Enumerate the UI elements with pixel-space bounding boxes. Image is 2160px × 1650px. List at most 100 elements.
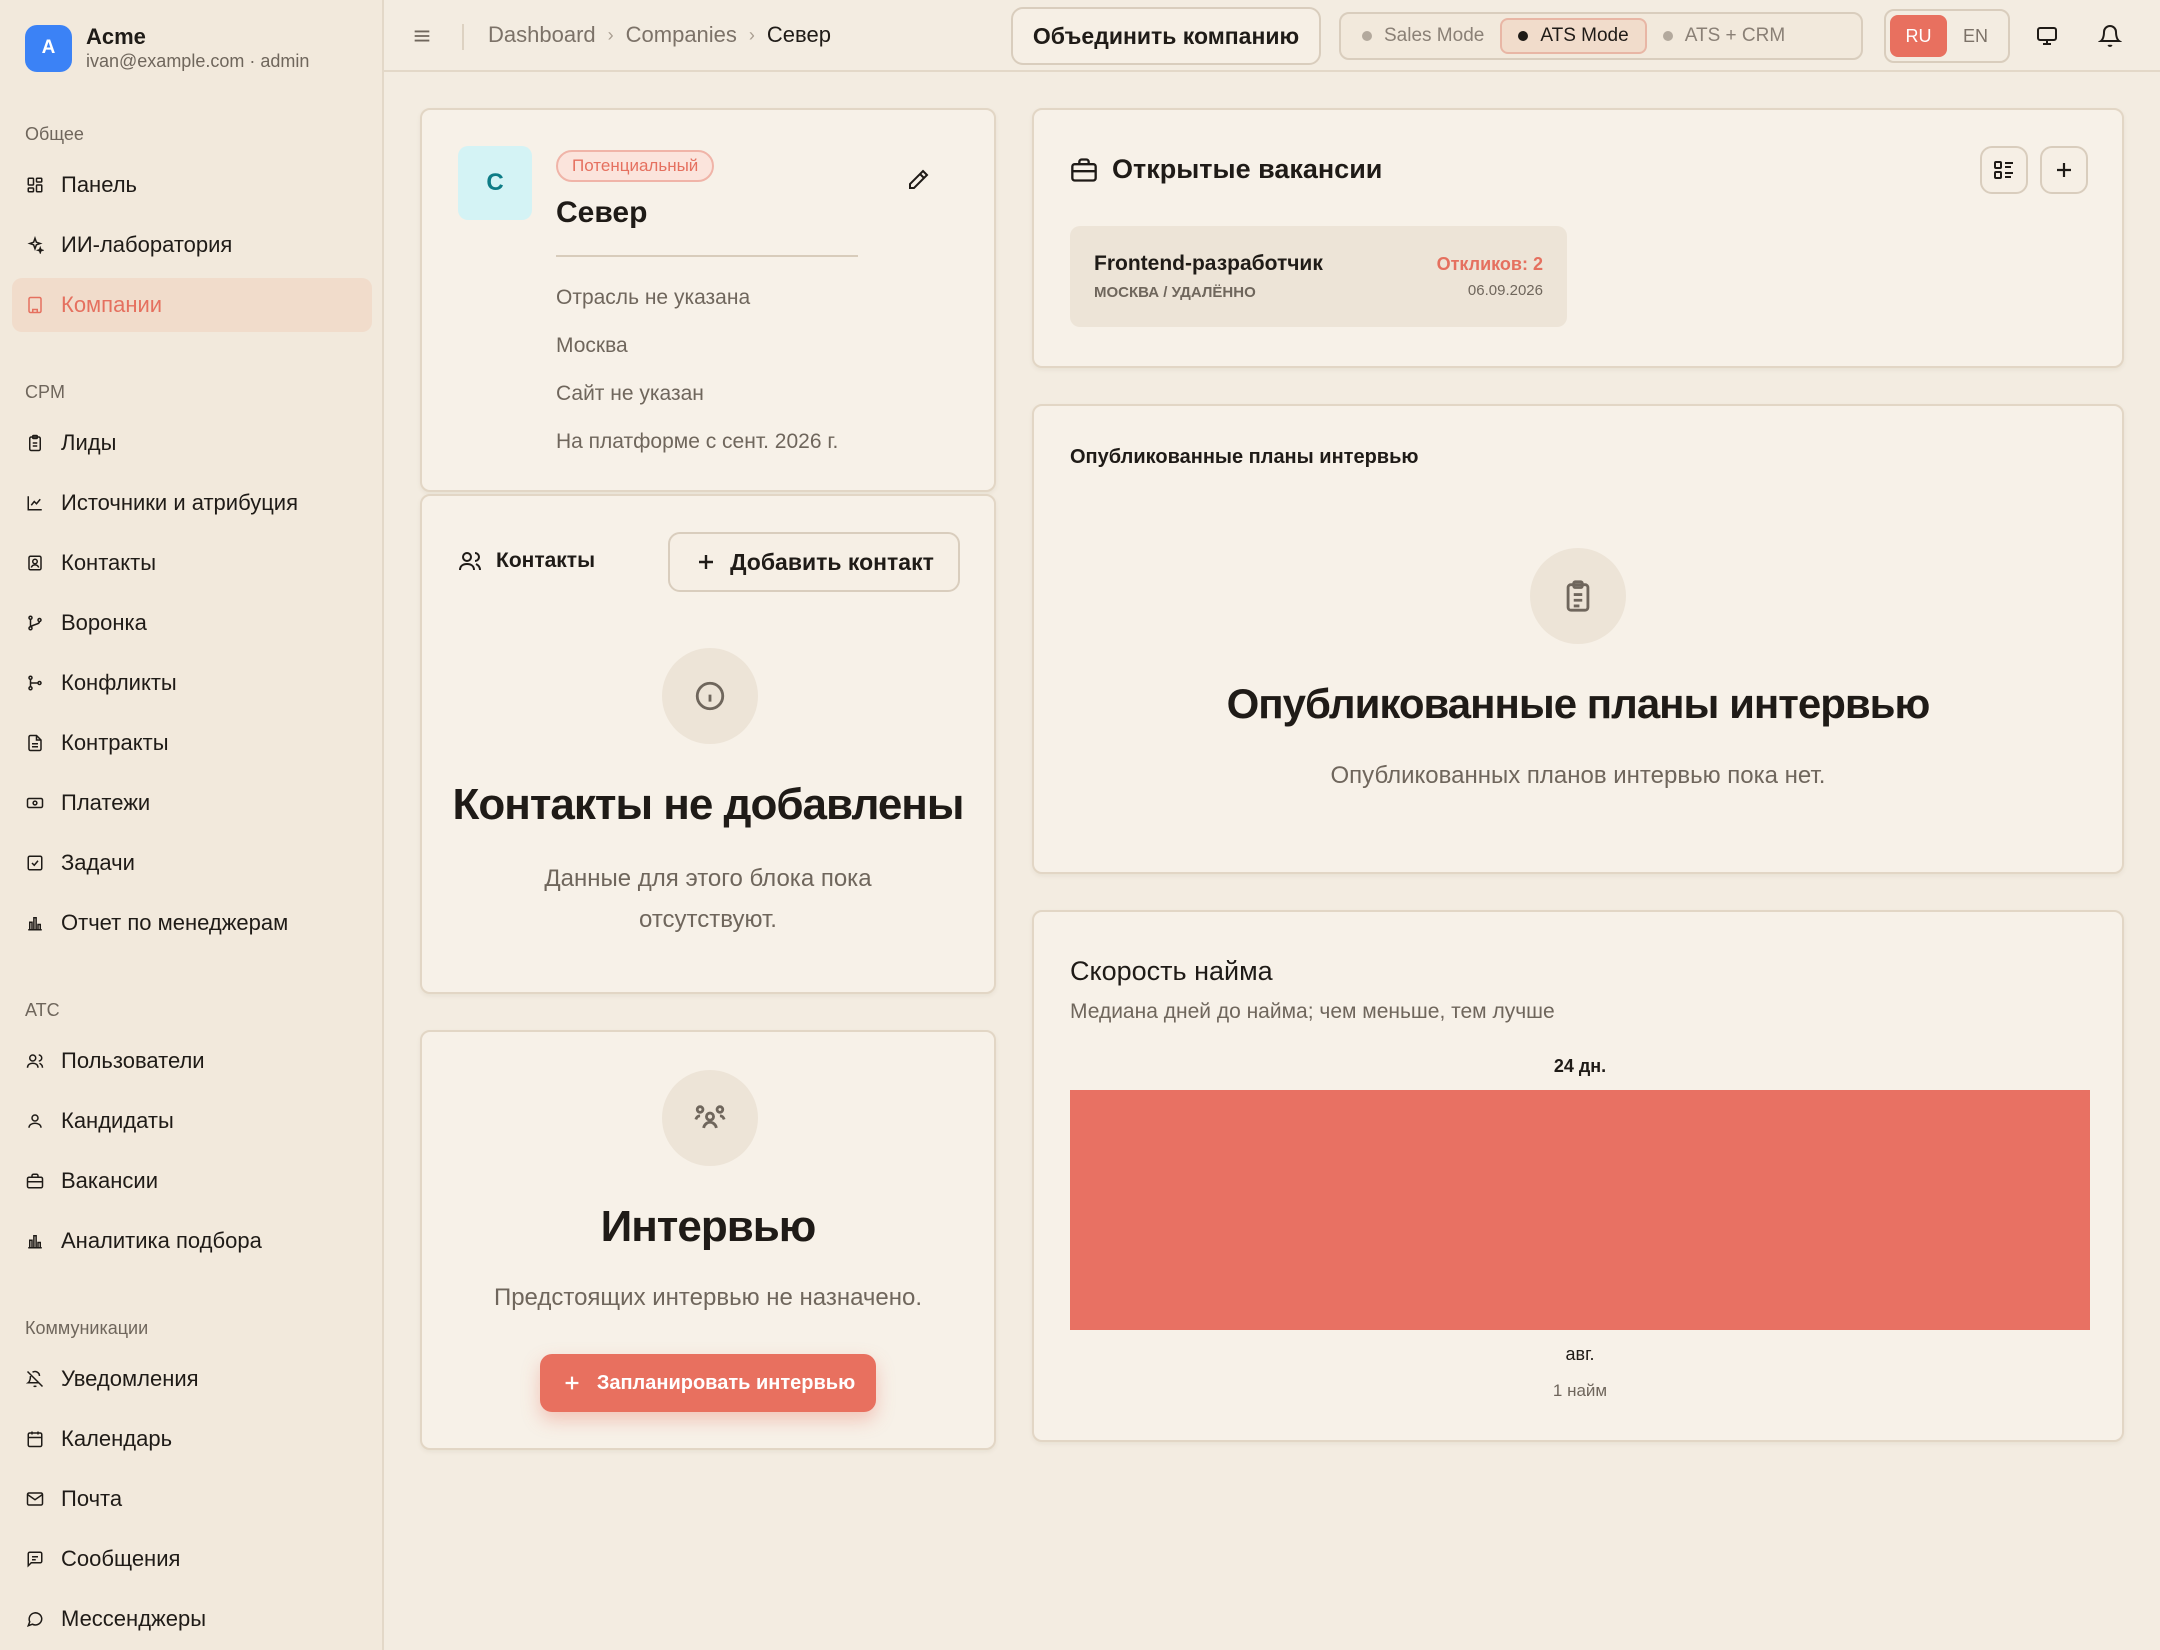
sidebar-item-label: Контракты: [61, 730, 169, 755]
language-ru[interactable]: RU: [1890, 15, 1947, 57]
sidebar-item-messages[interactable]: Сообщения: [12, 1532, 372, 1586]
sidebar-item-conflicts[interactable]: Конфликты: [12, 656, 372, 710]
chart-sub-label: 1 найм: [1553, 1381, 1607, 1400]
contacts-empty-text: Данные для этого блока пока отсутствуют.: [544, 865, 872, 933]
calendar-icon: [25, 1429, 45, 1449]
account-avatar: A: [25, 24, 72, 72]
contacts-card: Контакты Добавить контакт Контакты не до…: [420, 494, 996, 994]
vacancy-item[interactable]: Frontend-разработчик МОСКВА / УДАЛЁННО О…: [1070, 226, 1567, 327]
plus-icon: [2057, 163, 2071, 177]
sidebar-item-label: Вакансии: [61, 1168, 158, 1193]
sidebar-item-label: Воронка: [61, 610, 147, 635]
sidebar-item-label: Уведомления: [61, 1366, 199, 1391]
briefcase-icon: [1071, 157, 1097, 182]
sidebar-item-manager-report[interactable]: Отчет по менеджерам: [12, 896, 372, 950]
sidebar-item-leads[interactable]: Лиды: [12, 416, 372, 470]
user-icon: [25, 1111, 45, 1131]
sidebar-item-contacts[interactable]: Контакты: [12, 536, 372, 590]
breadcrumb-dashboard[interactable]: Dashboard: [488, 22, 596, 48]
add-contact-button[interactable]: Добавить контакт: [668, 532, 960, 592]
sidebar-item-sources[interactable]: Источники и атрибуция: [12, 476, 372, 530]
edit-company-button[interactable]: [906, 168, 932, 194]
mode-sales[interactable]: Sales Mode: [1346, 18, 1500, 54]
sidebar-item-payments[interactable]: Платежи: [12, 776, 372, 830]
account-name: Acme: [86, 24, 146, 49]
status-dot: [1662, 31, 1673, 41]
vacancy-date: 06.09.2026: [1467, 282, 1543, 299]
funnel-icon: [25, 613, 45, 633]
sidebar-item-mail[interactable]: Почта: [12, 1472, 372, 1526]
contacts-title-label: Контакты: [496, 549, 596, 572]
breadcrumb: Dashboard › Companies › Север: [488, 22, 831, 48]
mode-ats-crm[interactable]: ATS + CRM: [1647, 18, 1801, 54]
breadcrumb-current: Север: [766, 22, 831, 47]
language-en[interactable]: EN: [1947, 15, 2004, 57]
vacancy-title: Frontend-разработчик: [1094, 252, 1323, 275]
company-since: На платформе с сент. 2026 г.: [556, 430, 839, 453]
account-switcher[interactable]: A Acme ivan@example.com · admin: [25, 24, 309, 72]
plus-icon: [565, 1376, 579, 1390]
company-avatar: С: [458, 146, 532, 220]
chart-category-label: авг.: [1566, 1344, 1595, 1364]
display-button[interactable]: [2033, 22, 2061, 50]
sidebar-item-dashboard[interactable]: Панель: [12, 158, 372, 212]
sidebar-item-label: Почта: [61, 1486, 123, 1511]
users-icon: [459, 552, 481, 571]
sidebar-item-notifications[interactable]: Уведомления: [12, 1352, 372, 1406]
sidebar-item-ai-lab[interactable]: ИИ-лаборатория: [12, 218, 372, 272]
chart-value-label: 24 дн.: [1554, 1056, 1606, 1076]
bell-icon: [2098, 25, 2122, 47]
bar-chart-icon: [25, 913, 45, 933]
topbar: Dashboard › Companies › Север Объединить…: [384, 0, 2160, 72]
contacts-title: Контакты: [458, 549, 595, 573]
sidebar-item-label: Задачи: [61, 850, 135, 875]
language-switcher: RU EN: [1884, 9, 2010, 63]
schedule-interview-button[interactable]: Запланировать интервью: [540, 1354, 876, 1412]
merge-company-button[interactable]: Объединить компанию: [1011, 7, 1321, 65]
mail-icon: [25, 1489, 45, 1509]
sidebar-item-funnel[interactable]: Воронка: [12, 596, 372, 650]
sidebar-item-label: Сообщения: [61, 1546, 181, 1571]
interview-plans-card: Опубликованные планы интервью Опубликова…: [1032, 404, 2124, 874]
empty-state-circle: [662, 648, 758, 744]
sidebar-item-tasks[interactable]: Задачи: [12, 836, 372, 890]
breadcrumb-companies[interactable]: Companies: [626, 22, 737, 48]
sidebar-item-label: Панель: [61, 172, 138, 197]
sidebar-item-companies[interactable]: Компании: [12, 278, 372, 332]
hiring-speed-subtitle: Медиана дней до найма; чем меньше, тем л…: [1070, 1000, 1555, 1023]
sidebar-item-label: Пользователи: [61, 1048, 205, 1073]
nav-heading: CPM: [25, 382, 65, 402]
contact-icon: [25, 553, 45, 573]
monitor-icon: [2037, 27, 2057, 45]
sidebar-item-candidates[interactable]: Кандидаты: [12, 1094, 372, 1148]
sidebar: A Acme ivan@example.com · admin Общее Па…: [0, 0, 384, 1650]
hiring-speed-chart: 24 дн. авг. 1 найм: [1070, 1056, 2090, 1400]
open-vacancies-card: Открытые вакансии Frontend-разработчик М…: [1032, 108, 2124, 368]
bell-off-icon: [25, 1369, 45, 1389]
sidebar-item-calendar[interactable]: Календарь: [12, 1412, 372, 1466]
sidebar-item-contracts[interactable]: Контракты: [12, 716, 372, 770]
sidebar-toggle-button[interactable]: [408, 22, 436, 50]
sidebar-item-users[interactable]: Пользователи: [12, 1034, 372, 1088]
sidebar-item-messengers[interactable]: Мессенджеры: [12, 1592, 372, 1646]
chart-line-icon: [25, 493, 45, 513]
status-badge: Потенциальный: [556, 150, 715, 182]
notifications-button[interactable]: [2096, 22, 2124, 50]
interviews-empty-text: Предстоящих интервью не назначено.: [493, 1284, 923, 1311]
contacts-empty-title: Контакты не добавлены: [452, 780, 965, 829]
company-card: С Потенциальный Север Отрасль не указана…: [420, 108, 996, 492]
mode-ats[interactable]: ATS Mode: [1500, 18, 1647, 54]
add-contact-label: Добавить контакт: [730, 548, 934, 575]
nav-group-crm: CPM Лиды Источники и атрибуция Контакты …: [0, 380, 384, 950]
message-square-icon: [25, 1549, 45, 1569]
sidebar-item-label: Отчет по менеджерам: [61, 910, 289, 935]
vacancies-list-view-button[interactable]: [1980, 146, 2028, 194]
sidebar-item-label: Конфликты: [61, 670, 177, 695]
nav-group-communications: Коммуникации Уведомления Календарь Почта…: [0, 1316, 384, 1646]
sidebar-item-recruiting-analytics[interactable]: Аналитика подбора: [12, 1214, 372, 1268]
open-vacancies-title: Открытые вакансии: [1070, 154, 1382, 185]
sidebar-item-label: Мессенджеры: [61, 1606, 207, 1631]
list-layout-icon: [1994, 161, 2013, 179]
add-vacancy-button[interactable]: [2040, 146, 2088, 194]
sidebar-item-vacancies[interactable]: Вакансии: [12, 1154, 372, 1208]
